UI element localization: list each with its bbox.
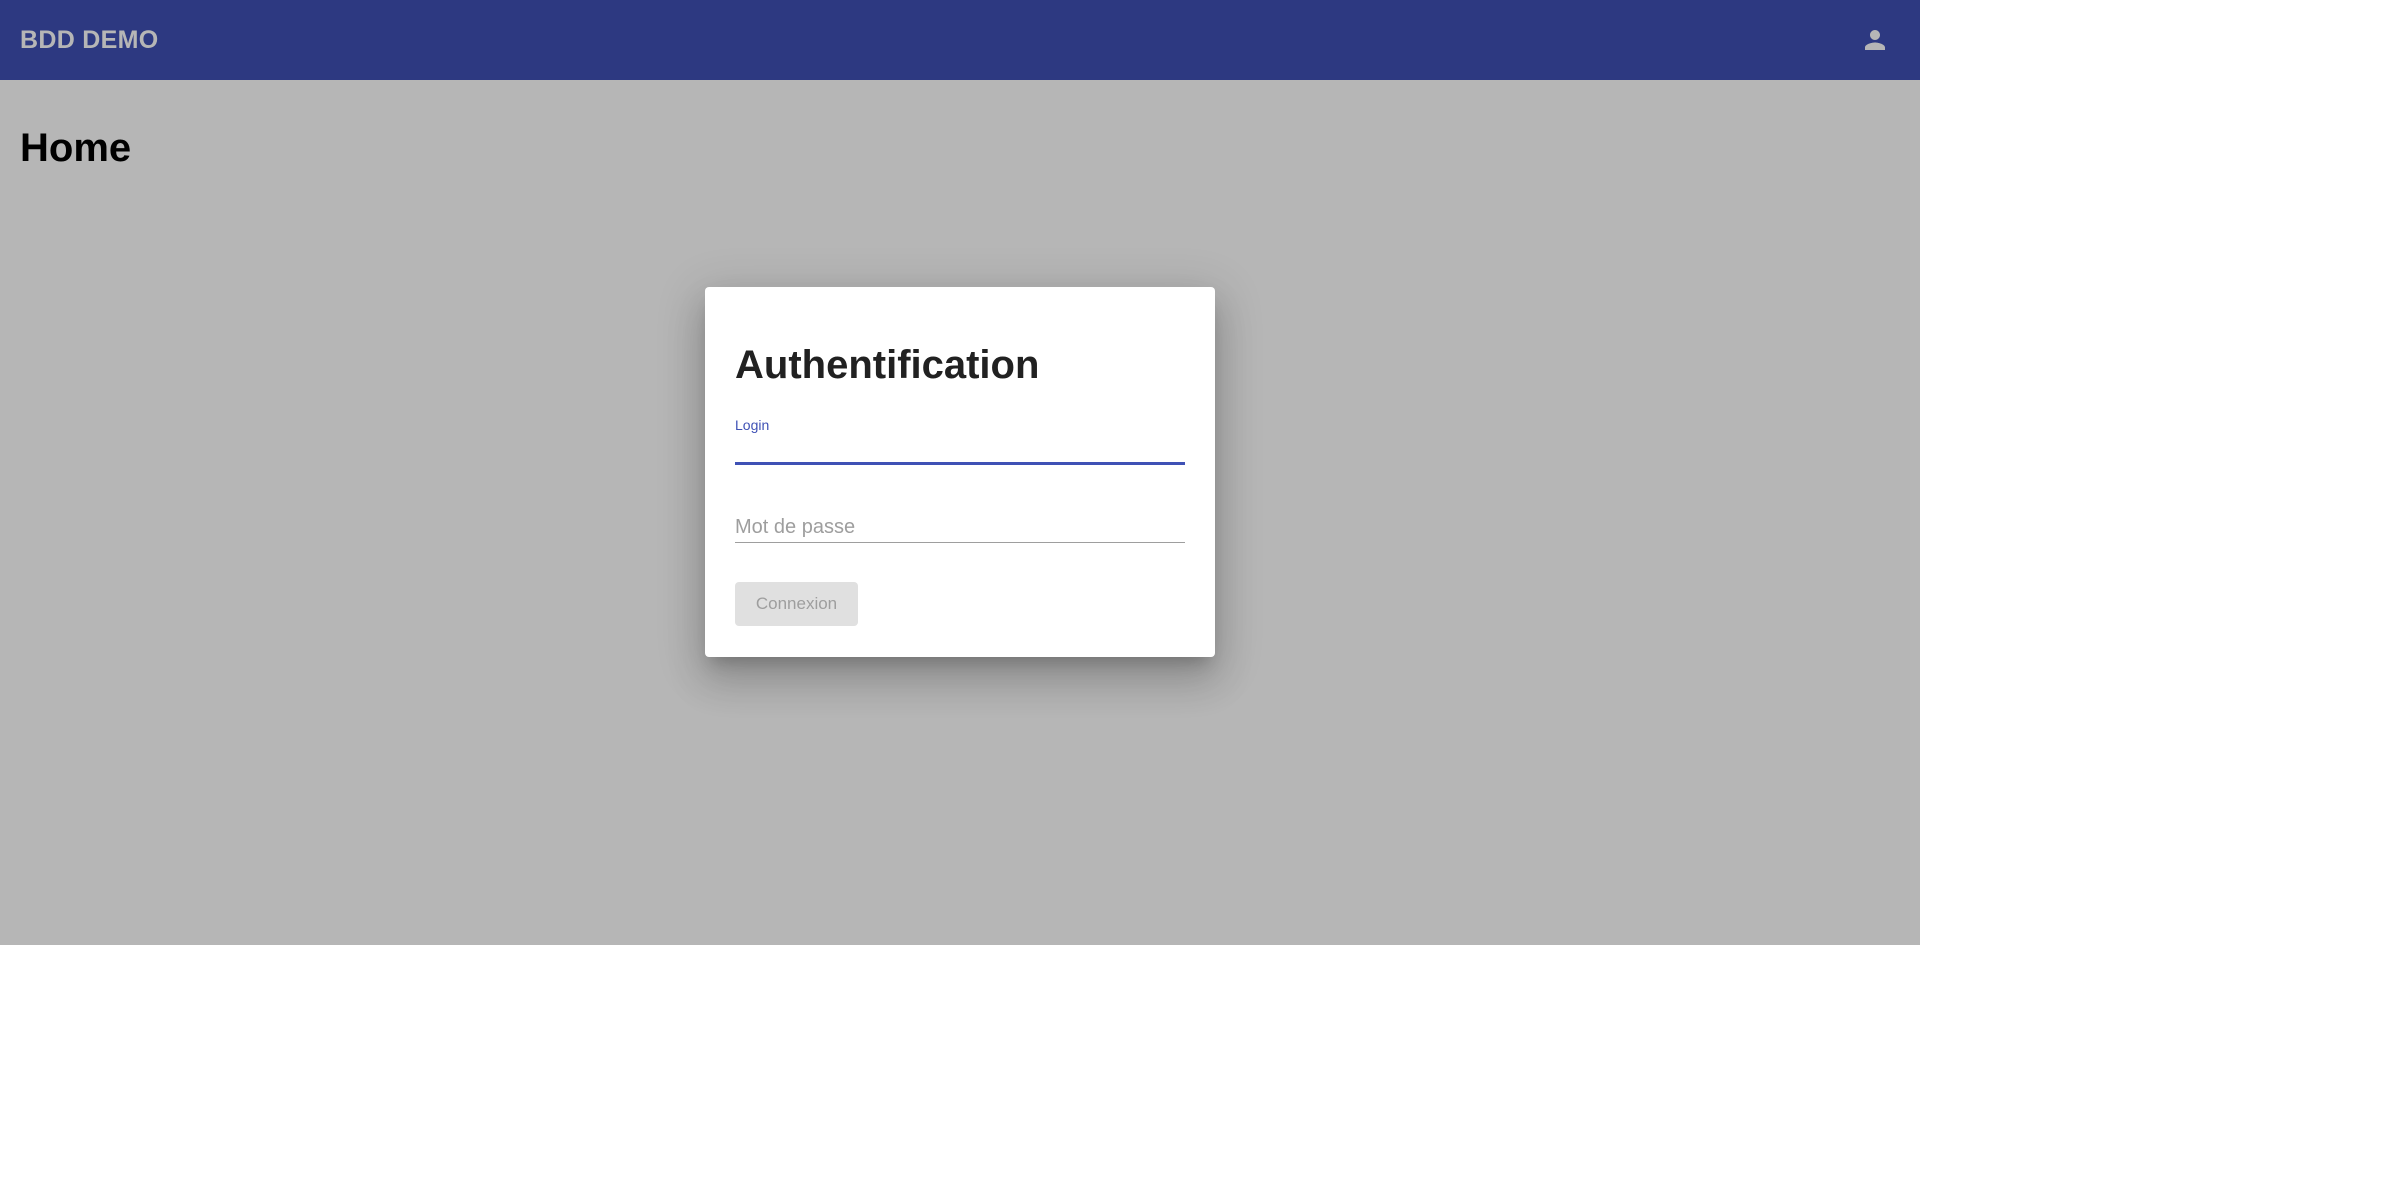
password-input[interactable] (735, 513, 1185, 541)
login-field: Login (735, 417, 1185, 465)
password-field (735, 513, 1185, 543)
login-label: Login (735, 417, 770, 433)
dialog-title: Authentification (735, 343, 1040, 387)
connexion-button[interactable]: Connexion (735, 582, 858, 626)
authentication-dialog: Authentification Login Connexion (705, 287, 1215, 657)
app-viewport: BDD DEMO Home Authentification Login Con… (0, 0, 1920, 945)
password-underline (735, 542, 1185, 543)
login-input[interactable] (735, 435, 1185, 461)
login-underline (735, 462, 1185, 465)
